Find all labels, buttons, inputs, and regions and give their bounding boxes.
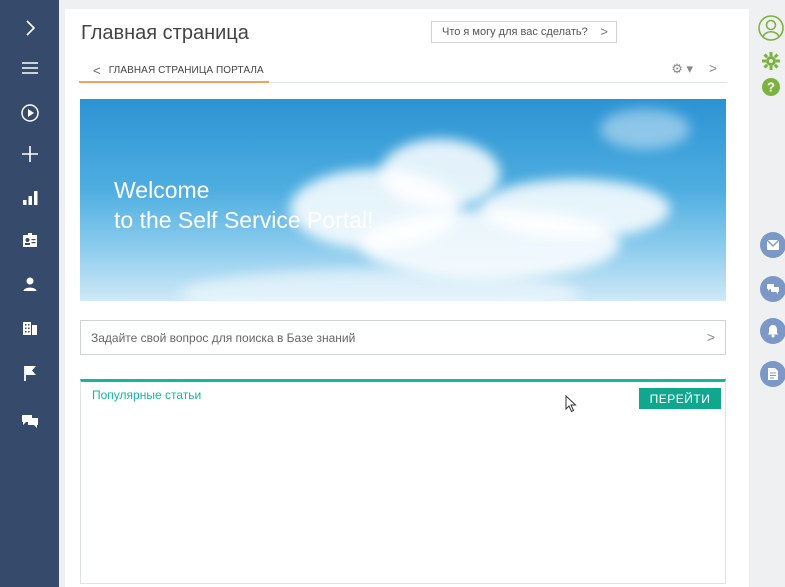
tab-bar: < ГЛАВНАЯ СТРАНИЦА ПОРТАЛА ⚙ ▾ > [79,57,727,83]
active-tab-indicator [79,81,269,83]
gear-icon[interactable] [761,51,781,71]
chevron-left-icon[interactable]: < [93,63,101,78]
svg-text:?: ? [767,80,775,95]
id-card-icon[interactable] [0,224,59,256]
cloud-shape [600,109,690,149]
page-title: Главная страница [81,22,249,44]
building-icon[interactable] [0,312,59,344]
help-icon[interactable]: ? [761,77,781,97]
ask-assistant-label: Что я могу для вас сделать? [442,26,588,38]
document-icon[interactable] [760,361,785,387]
popular-articles-panel: Популярные статьи ПЕРЕЙТИ [80,379,726,584]
plus-icon[interactable] [0,138,59,170]
main-panel: Главная страница Что я могу для вас сдел… [65,9,749,587]
email-icon[interactable] [760,232,785,258]
chevron-right-icon: > [600,24,608,39]
popular-articles-title: Популярные статьи [92,388,202,402]
welcome-banner: Welcome to the Self Service Portal! [80,99,726,301]
person-icon[interactable] [0,268,59,300]
cloud-shape [480,179,670,239]
banner-line-1: Welcome [114,177,210,203]
cloud-shape [380,139,500,209]
bell-icon[interactable] [760,318,785,344]
chevron-right-icon[interactable] [0,12,59,44]
profile-icon[interactable] [757,14,785,44]
mouse-cursor-icon [565,395,577,413]
ask-assistant-button[interactable]: Что я могу для вас сделать? > [431,21,617,43]
play-icon[interactable] [0,97,59,129]
menu-icon[interactable] [0,52,59,84]
flag-icon[interactable] [0,357,59,389]
chat-icon[interactable] [0,405,59,437]
banner-line-2: to the Self Service Portal! [114,207,374,233]
chevron-right-icon[interactable]: > [707,329,715,345]
chevron-right-icon[interactable]: > [709,60,717,76]
dashboard-icon[interactable] [0,182,59,214]
banner-heading: Welcome to the Self Service Portal! [114,175,374,235]
tab-label: ГЛАВНАЯ СТРАНИЦА ПОРТАЛА [108,64,264,76]
search-placeholder: Задайте свой вопрос для поиска в Базе зн… [91,331,356,345]
go-button[interactable]: ПЕРЕЙТИ [639,388,721,409]
chat-icon[interactable] [760,276,785,302]
gear-icon[interactable]: ⚙ ▾ [671,61,693,77]
knowledge-base-search[interactable]: Задайте свой вопрос для поиска в Базе зн… [80,320,726,355]
left-sidebar [0,0,59,587]
right-rail: ? [752,0,785,587]
tab-portal-home[interactable]: < ГЛАВНАЯ СТРАНИЦА ПОРТАЛА [79,57,269,83]
